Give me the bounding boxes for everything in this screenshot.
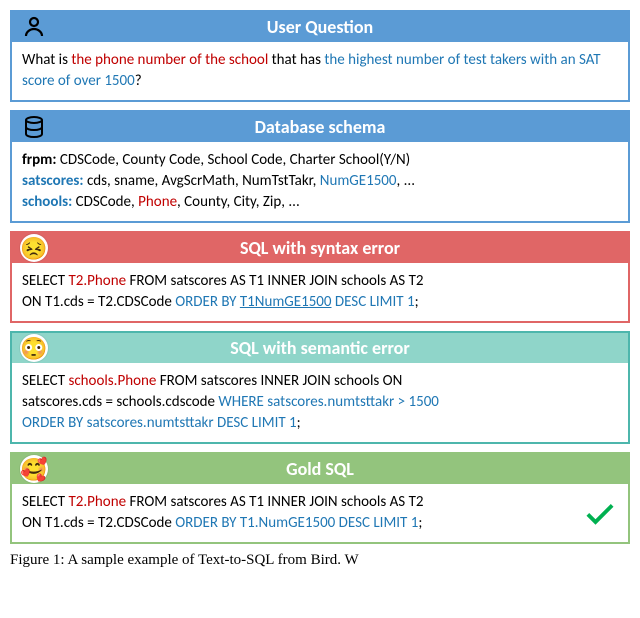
schema-block: Database schema frpm: CDSCode, County Co…	[10, 110, 630, 223]
semantic-error-content: SELECT schools.Phone FROM satscores INNE…	[12, 363, 628, 442]
gold-line-1: SELECT T2.Phone FROM satscores AS T1 INN…	[22, 492, 578, 513]
confused-face-icon: 😣	[20, 234, 48, 262]
question-header: User Question	[12, 12, 628, 42]
gold-sql-header-label: Gold SQL	[286, 458, 354, 480]
gold-sql-header: 🥰 Gold SQL	[12, 454, 628, 484]
question-header-label: User Question	[267, 16, 373, 38]
gold-sql-content: SELECT T2.Phone FROM satscores AS T1 INN…	[12, 484, 628, 542]
flushed-face-icon: 😳	[20, 334, 48, 362]
semantic-line-3: ORDER BY satscores.numtsttakr DESC LIMIT…	[22, 413, 618, 434]
schema-header-label: Database schema	[255, 116, 386, 138]
smiling-hearts-face-icon: 🥰	[20, 455, 48, 483]
gold-line-2: ON T1.cds = T2.CDSCode ORDER BY T1.NumGE…	[22, 513, 578, 534]
schema-content: frpm: CDSCode, County Code, School Code,…	[12, 142, 628, 221]
syntax-error-block: 😣 SQL with syntax error SELECT T2.Phone …	[10, 231, 630, 323]
schema-header: Database schema	[12, 112, 628, 142]
semantic-error-header: 😳 SQL with semantic error	[12, 333, 628, 363]
semantic-line-1: SELECT schools.Phone FROM satscores INNE…	[22, 371, 618, 392]
syntax-line-2: ON T1.cds = T2.CDSCode ORDER BY T1NumGE1…	[22, 292, 618, 313]
schema-line-3: schools: CDSCode, Phone, County, City, Z…	[22, 192, 618, 213]
syntax-line-1: SELECT T2.Phone FROM satscores AS T1 INN…	[22, 271, 618, 292]
semantic-error-block: 😳 SQL with semantic error SELECT schools…	[10, 331, 630, 444]
semantic-line-2: satscores.cds = schools.cdscode WHERE sa…	[22, 392, 618, 413]
checkmark-icon	[582, 495, 618, 531]
syntax-error-header: 😣 SQL with syntax error	[12, 233, 628, 263]
figure-caption: Figure 1: A sample example of Text-to-SQ…	[10, 552, 630, 569]
question-content: What is the phone number of the school t…	[12, 42, 628, 100]
syntax-error-content: SELECT T2.Phone FROM satscores AS T1 INN…	[12, 263, 628, 321]
schema-line-1: frpm: CDSCode, County Code, School Code,…	[22, 150, 618, 171]
question-block: User Question What is the phone number o…	[10, 10, 630, 102]
database-icon	[20, 113, 48, 141]
person-icon	[20, 13, 48, 41]
semantic-error-header-label: SQL with semantic error	[230, 337, 409, 359]
schema-line-2: satscores: cds, sname, AvgScrMath, NumTs…	[22, 171, 618, 192]
syntax-error-header-label: SQL with syntax error	[240, 237, 400, 259]
gold-sql-block: 🥰 Gold SQL SELECT T2.Phone FROM satscore…	[10, 452, 630, 544]
